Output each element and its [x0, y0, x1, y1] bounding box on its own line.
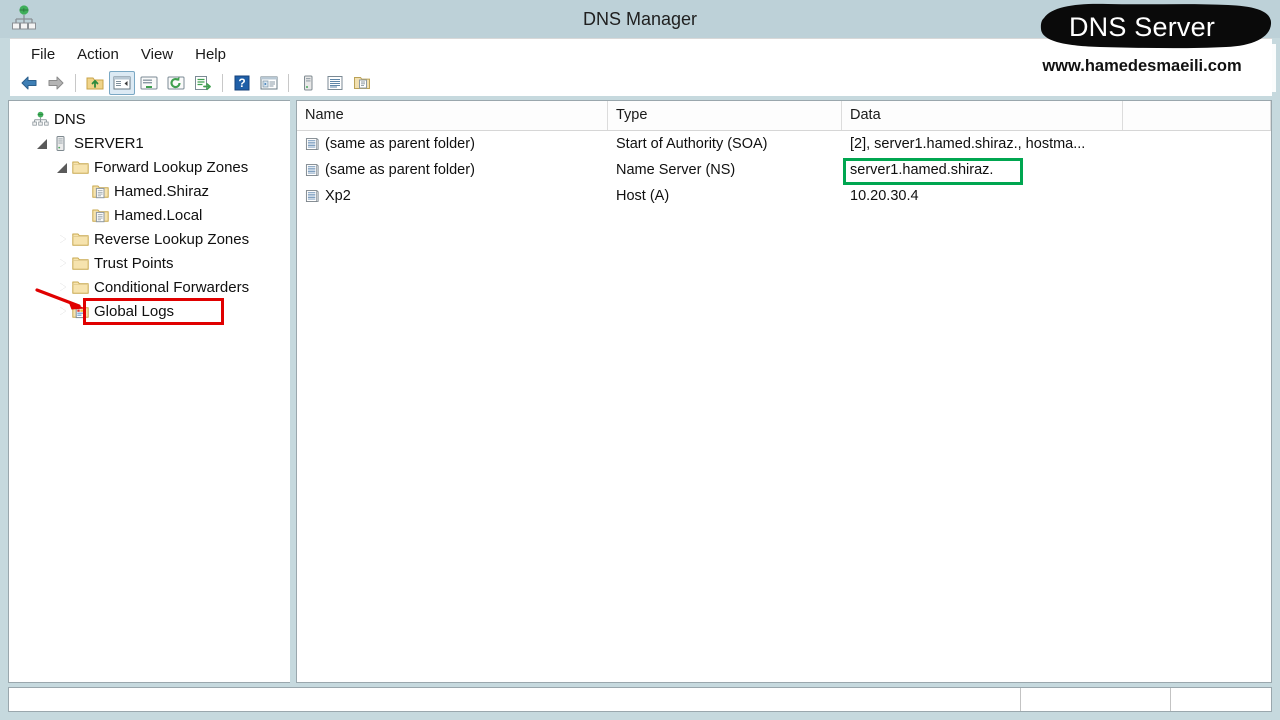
- menu-view[interactable]: View: [130, 43, 184, 66]
- zone-folder-icon: [91, 182, 109, 200]
- console-tree: DNS SERVER1 Forward Lookup Zones Hamed.Shir…: [9, 101, 294, 323]
- toolbar-export-list[interactable]: [190, 71, 216, 95]
- toolbar: ?: [10, 70, 1272, 96]
- tree-node-dns[interactable]: DNS: [9, 107, 294, 131]
- dns-record-icon: [305, 189, 320, 204]
- tree-node-reverse-lookup-zones[interactable]: Reverse Lookup Zones: [9, 227, 294, 251]
- tree-node-label: Hamed.Shiraz: [114, 182, 210, 200]
- console-tree-pane: DNS SERVER1 Forward Lookup Zones Hamed.Shir…: [8, 100, 295, 683]
- tree-node-label: Hamed.Local: [114, 206, 203, 224]
- menu-action[interactable]: Action: [66, 43, 130, 66]
- folder-icon: [71, 158, 89, 176]
- record-type-cell: Start of Authority (SOA): [616, 136, 768, 152]
- toolbar-show-help-window[interactable]: [256, 71, 282, 95]
- toolbar-separator: [222, 74, 223, 92]
- expand-collapse-closed-icon[interactable]: [55, 303, 71, 319]
- record-data-cell: server1.hamed.shiraz.: [850, 162, 994, 178]
- table-row[interactable]: (same as parent folder) Name Server (NS) s…: [297, 157, 1271, 183]
- expand-collapse-closed-icon[interactable]: [55, 255, 71, 271]
- toolbar-list[interactable]: [322, 71, 348, 95]
- toolbar-show-hide-console-tree[interactable]: [109, 71, 135, 95]
- table-row[interactable]: (same as parent folder) Start of Authorit…: [297, 131, 1271, 157]
- record-name-text: (same as parent folder): [325, 136, 475, 152]
- tree-node-label: Reverse Lookup Zones: [94, 230, 250, 248]
- tree-node-label: Trust Points: [94, 254, 174, 272]
- list-column-header[interactable]: Name: [297, 101, 608, 130]
- folder-icon: [71, 230, 89, 248]
- tree-node-server1[interactable]: SERVER1: [9, 131, 294, 155]
- folder-icon: [71, 254, 89, 272]
- toolbar-back[interactable]: [16, 71, 42, 95]
- tree-node-label: Global Logs: [94, 302, 175, 320]
- menu-file[interactable]: File: [20, 43, 66, 66]
- zone-folder-icon: [91, 206, 109, 224]
- tree-node-conditional-forwarders[interactable]: Conditional Forwarders: [9, 275, 294, 299]
- toolbar-new-server[interactable]: [295, 71, 321, 95]
- toolbar-up-one-level[interactable]: [82, 71, 108, 95]
- record-type-cell: Name Server (NS): [616, 162, 736, 178]
- status-bar: [8, 687, 1272, 712]
- toolbar-help[interactable]: ?: [229, 71, 255, 95]
- menu-help[interactable]: Help: [184, 43, 237, 66]
- folder-icon: [71, 278, 89, 296]
- table-row[interactable]: Xp2 Host (A) 10.20.30.4: [297, 183, 1271, 209]
- toolbar-forward[interactable]: [43, 71, 69, 95]
- list-column-header[interactable]: [1123, 101, 1271, 130]
- toolbar-separator: [288, 74, 289, 92]
- dns-record-icon: [305, 163, 320, 178]
- tree-node-forward-lookup-zones[interactable]: Forward Lookup Zones: [9, 155, 294, 179]
- expand-collapse-open-icon[interactable]: [35, 135, 51, 151]
- record-type-cell: Host (A): [616, 188, 670, 204]
- status-segment-2: [1171, 688, 1271, 711]
- dns-manager-window: DNS Manager File Action View Help ? DNS …: [0, 0, 1280, 720]
- toolbar-separator: [75, 74, 76, 92]
- tree-node-trust-points[interactable]: Trust Points: [9, 251, 294, 275]
- dns-root-icon: [31, 110, 49, 128]
- list-body: (same as parent folder) Start of Authorit…: [297, 131, 1271, 209]
- window-title: DNS Manager: [582, 9, 698, 29]
- server-icon: [51, 134, 69, 152]
- tree-node-label: Forward Lookup Zones: [94, 158, 249, 176]
- list-column-header[interactable]: Data: [842, 101, 1123, 130]
- menu-bar: File Action View Help: [10, 38, 1272, 70]
- tree-node-global-logs[interactable]: Global Logs: [9, 299, 294, 323]
- expand-collapse-closed-icon[interactable]: [55, 231, 71, 247]
- record-name-text: Xp2: [325, 188, 351, 204]
- record-name-text: (same as parent folder): [325, 162, 475, 178]
- record-name-cell: Xp2: [297, 188, 608, 204]
- toolbar-properties[interactable]: [136, 71, 162, 95]
- record-data-cell: [2], server1.hamed.shiraz., hostma...: [850, 136, 1086, 152]
- toolbar-new-zone[interactable]: [349, 71, 375, 95]
- record-name-cell: (same as parent folder): [297, 162, 608, 178]
- list-header: Name Type Data: [297, 101, 1271, 131]
- status-message: [9, 688, 1021, 711]
- record-name-cell: (same as parent folder): [297, 136, 608, 152]
- list-column-header[interactable]: Type: [608, 101, 842, 130]
- tree-node-label: DNS: [54, 110, 86, 128]
- record-data-cell: 10.20.30.4: [850, 188, 919, 204]
- tree-node-label: Conditional Forwarders: [94, 278, 250, 296]
- global-logs-folder-icon: [71, 302, 89, 320]
- tree-node-label: SERVER1: [74, 134, 144, 152]
- expand-collapse-closed-icon[interactable]: [55, 279, 71, 295]
- svg-text:?: ?: [238, 76, 245, 90]
- status-segment-1: [1021, 688, 1171, 711]
- title-bar: DNS Manager: [0, 0, 1280, 38]
- toolbar-refresh[interactable]: [163, 71, 189, 95]
- records-list-pane: Name Type Data (same as parent folder) Star…: [296, 100, 1272, 683]
- tree-node-hamed-local[interactable]: Hamed.Local: [9, 203, 294, 227]
- expand-collapse-open-icon[interactable]: [55, 159, 71, 175]
- tree-node-hamed-shiraz[interactable]: Hamed.Shiraz: [9, 179, 294, 203]
- dns-record-icon: [305, 137, 320, 152]
